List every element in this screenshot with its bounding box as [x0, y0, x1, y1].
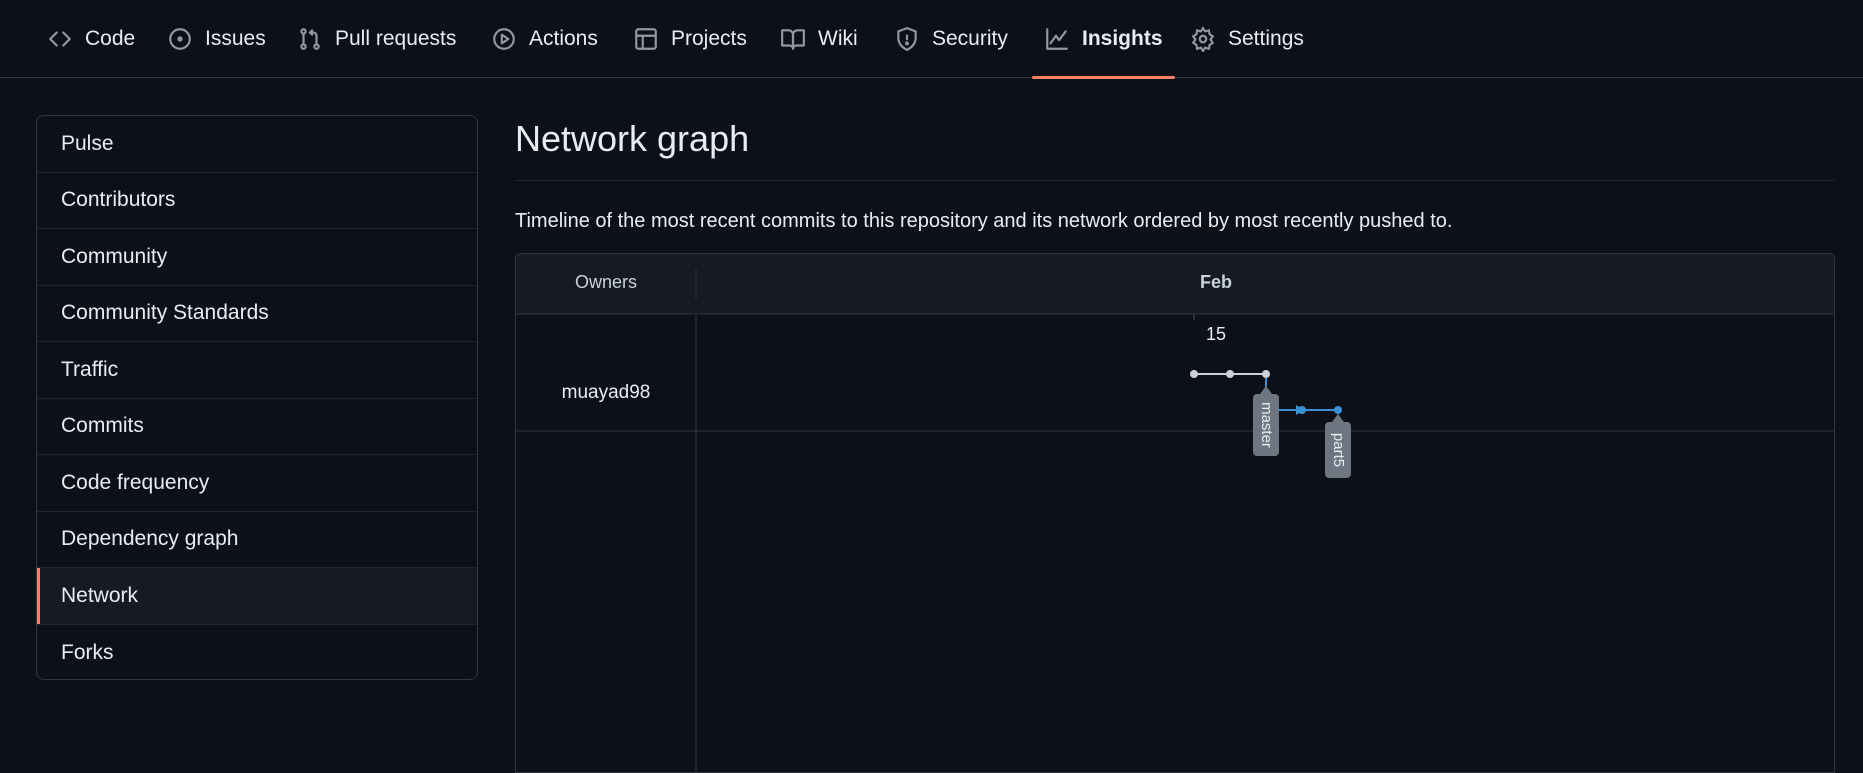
owner-name[interactable]: muayad98 [516, 382, 696, 404]
insights-sidebar: Pulse Contributors Community Community S… [36, 115, 478, 680]
tab-label: Actions [529, 27, 598, 50]
sidebar-item-community[interactable]: Community [37, 229, 477, 286]
book-icon [780, 26, 806, 52]
sidebar-item-community-standards[interactable]: Community Standards [37, 286, 477, 342]
commit-dot [1298, 406, 1306, 414]
tab-projects[interactable]: Projects [633, 0, 747, 78]
tab-label: Wiki [818, 27, 858, 50]
tab-wiki[interactable]: Wiki [780, 0, 858, 78]
page-description: Timeline of the most recent commits to t… [515, 210, 1453, 232]
tab-pull-requests[interactable]: Pull requests [297, 0, 456, 78]
branch-label-master: master [1253, 386, 1279, 456]
tab-label: Security [932, 27, 1008, 50]
issue-opened-icon [167, 26, 193, 52]
month-label: Feb [1199, 272, 1232, 292]
network-graph[interactable]: master part5 Owners Feb 15 muayad98 [515, 253, 1835, 773]
day-label: 15 [1205, 324, 1227, 344]
code-icon [47, 26, 73, 52]
tab-label: Settings [1228, 27, 1304, 50]
tab-label: Projects [671, 27, 747, 50]
shield-icon [894, 26, 920, 52]
sidebar-item-traffic[interactable]: Traffic [37, 342, 477, 399]
sidebar-item-dependency-graph[interactable]: Dependency graph [37, 512, 477, 568]
tab-label: Issues [205, 27, 266, 50]
sidebar-item-code-frequency[interactable]: Code frequency [37, 455, 477, 512]
title-divider [515, 180, 1835, 181]
table-icon [633, 26, 659, 52]
page-title: Network graph [515, 118, 750, 159]
commit-dot [1334, 406, 1342, 414]
tab-label: Insights [1082, 27, 1163, 50]
tab-label: Pull requests [335, 27, 457, 50]
branch-label-part5-text: part5 [1330, 433, 1347, 467]
sidebar-item-network[interactable]: Network [37, 568, 477, 625]
sidebar-item-forks[interactable]: Forks [37, 625, 477, 680]
tab-security[interactable]: Security [894, 0, 1008, 78]
commit-dot [1262, 370, 1270, 378]
tab-code[interactable]: Code [47, 0, 135, 78]
tab-issues[interactable]: Issues [167, 0, 266, 78]
owners-header: Owners [574, 272, 637, 292]
tab-actions[interactable]: Actions [491, 0, 598, 78]
tab-label: Code [85, 27, 136, 50]
branch-label-part5: part5 [1325, 414, 1351, 478]
git-pull-request-icon [297, 26, 323, 52]
tab-settings[interactable]: Settings [1190, 0, 1304, 78]
repo-nav: Code Issues Pull requests Actions Projec… [0, 0, 1863, 79]
commit-dot [1190, 370, 1198, 378]
network-graph-canvas: master part5 [516, 254, 1834, 772]
play-icon [491, 26, 517, 52]
graph-header-band [516, 254, 1834, 314]
commit-dot [1226, 370, 1234, 378]
gear-icon [1190, 26, 1216, 52]
sidebar-item-commits[interactable]: Commits [37, 399, 477, 455]
sidebar-item-pulse[interactable]: Pulse [37, 116, 477, 173]
branch-label-master-text: master [1258, 402, 1275, 448]
tab-insights[interactable]: Insights [1032, 0, 1174, 79]
sidebar-item-contributors[interactable]: Contributors [37, 173, 477, 229]
graph-icon [1044, 26, 1070, 52]
